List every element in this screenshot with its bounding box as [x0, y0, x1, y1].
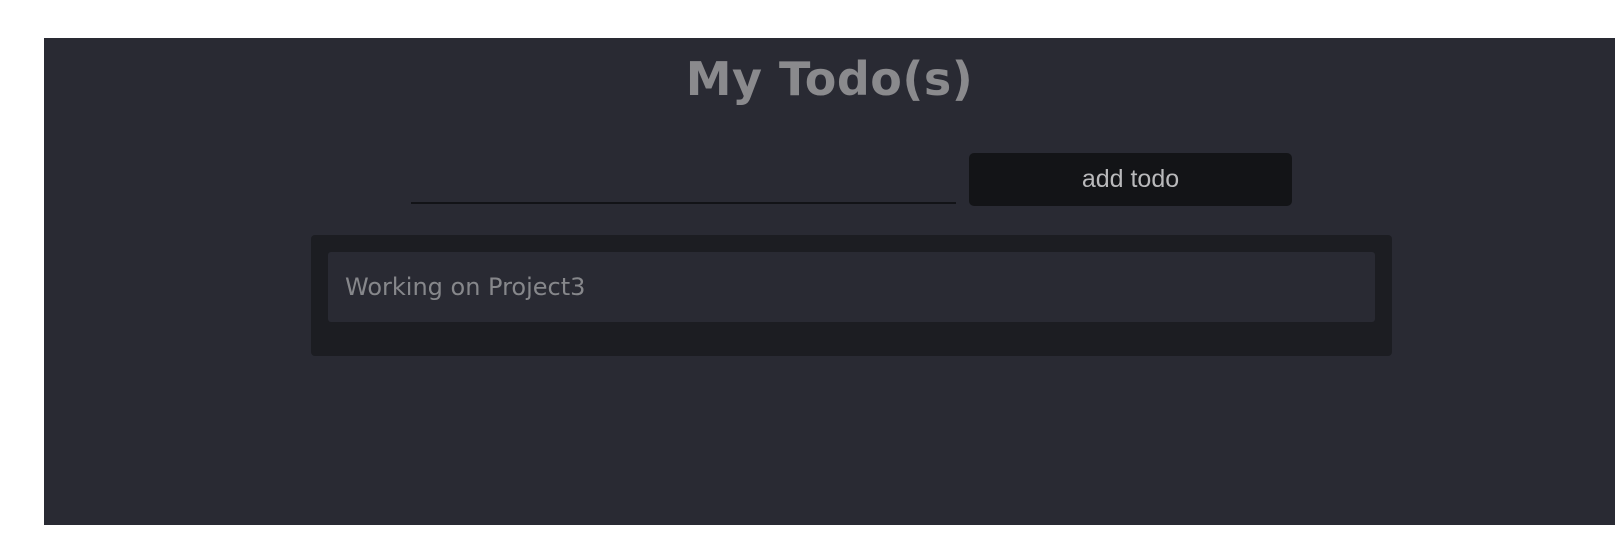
add-todo-button[interactable]: add todo: [969, 153, 1292, 206]
todo-app: My Todo(s) add todo Working on Project3: [44, 38, 1615, 525]
todo-item-text: Working on Project3: [345, 273, 586, 301]
todo-item[interactable]: Working on Project3: [328, 252, 1375, 322]
todo-input[interactable]: [411, 162, 956, 204]
todo-list: Working on Project3: [311, 235, 1392, 356]
page-title: My Todo(s): [685, 52, 974, 106]
